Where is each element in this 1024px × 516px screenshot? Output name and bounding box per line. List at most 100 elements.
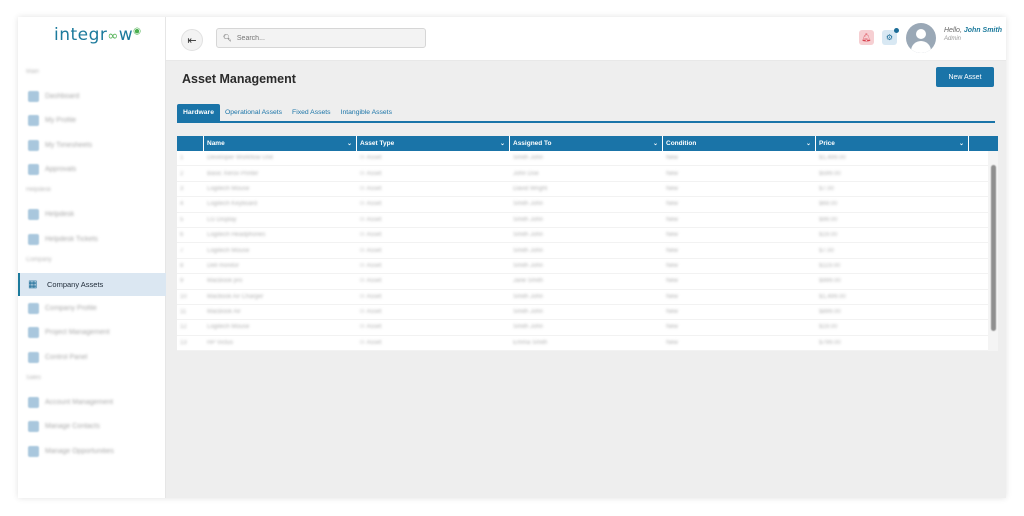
logo-text: integr — [54, 25, 108, 45]
manage-contacts-icon — [28, 421, 39, 433]
search-input[interactable] — [236, 34, 417, 42]
column-header-assigned-to[interactable]: Assigned To ⌄ — [510, 136, 663, 151]
table-cell-price: $1,499.00 — [819, 293, 846, 300]
table-cell-asset-type: IT Asset — [360, 324, 382, 331]
top-header: ⇤ 🔍︎ 🔔︎ ⚙ Hello, John Smith Admin — [166, 17, 1006, 61]
sidebar-item-label: My Timesheets — [45, 141, 93, 149]
sidebar-item-account-management[interactable]: Account Management — [18, 391, 166, 414]
sidebar-item-company-profile[interactable]: Company Profile — [18, 297, 166, 320]
sidebar-item-label: Helpdesk Tickets — [45, 235, 98, 243]
table-row[interactable]: 2 Basic Xerox Printer IT Asset John Doe New $… — [177, 166, 998, 182]
chevron-down-icon[interactable]: ⌄ — [653, 140, 658, 147]
table-row[interactable]: 13 HP Victus IT Asset Emma Smith New $799.00 — [177, 336, 998, 351]
sidebar-item-helpdesk[interactable]: Helpdesk — [18, 203, 166, 226]
table-cell-price: $7.00 — [819, 247, 835, 254]
sidebar-item-helpdesk-tickets[interactable]: Helpdesk Tickets — [18, 228, 166, 251]
table-cell-condition: New — [666, 309, 679, 316]
table-row[interactable]: 11 MacBook Air IT Asset Smith John New $899.0… — [177, 305, 998, 321]
table-cell-name: Logitech Headphones — [207, 232, 266, 239]
notifications-button[interactable]: 🔔︎ — [859, 30, 874, 45]
table-cell-condition: New — [666, 262, 679, 269]
table-row[interactable]: 8 Dell monitor IT Asset Smith John New $119.0… — [177, 259, 998, 275]
column-header-asset-type[interactable]: Asset Type ⌄ — [357, 136, 510, 151]
table-row[interactable]: 3 Logitech Mouse IT Asset David Wright New $7… — [177, 182, 998, 198]
table-cell-price: $899.00 — [819, 309, 841, 316]
sidebar-item-label: Manage Contacts — [45, 423, 100, 431]
search-icon: 🔍︎ — [223, 35, 232, 42]
table-cell-condition: New — [666, 247, 679, 254]
column-header-label: Condition — [666, 140, 697, 147]
user-info[interactable]: Hello, John Smith Admin — [944, 27, 1002, 42]
sidebar-item-label: Approvals — [45, 166, 77, 174]
sidebar-item-control-panel[interactable]: Control Panel — [18, 346, 166, 369]
column-header-condition[interactable]: Condition ⌄ — [663, 136, 816, 151]
avatar-head — [916, 29, 926, 39]
gear-icon: ⚙ — [885, 33, 894, 42]
grid-rows: 1 Developer Workflow Unit IT Asset Smith Jo… — [177, 151, 998, 351]
table-row[interactable]: 7 Logitech Mouse IT Asset Smith John New $7.0… — [177, 243, 998, 259]
table-cell-price: $7.00 — [819, 185, 835, 192]
table-cell-price: $19.00 — [819, 232, 838, 239]
table-cell-asset-type: IT Asset — [360, 293, 382, 300]
table-cell-assigned-to: Smith John — [513, 262, 544, 269]
grid-header: Name ⌄ Asset Type ⌄ Assigned To ⌄ Condition ⌄ Pr… — [177, 136, 998, 151]
new-asset-button[interactable]: New Asset — [936, 67, 994, 87]
avatar[interactable] — [906, 23, 936, 53]
sidebar-item-dashboard[interactable]: Dashboard — [18, 85, 166, 108]
table-cell-assigned-to: Smith John — [513, 216, 544, 223]
menu-collapse-icon: ⇤ — [187, 34, 197, 47]
collapse-sidebar-button[interactable]: ⇤ — [181, 29, 203, 51]
sidebar-item-approvals[interactable]: Approvals — [18, 158, 166, 181]
table-cell-condition: New — [666, 293, 679, 300]
tab-hardware[interactable]: Hardware — [177, 104, 220, 121]
table-row[interactable]: 4 Logitech Keyboard IT Asset Smith John New $… — [177, 197, 998, 213]
column-header-price[interactable]: Price ⌄ — [816, 136, 969, 151]
table-row[interactable]: 6 Logitech Headphones IT Asset Smith John Ne… — [177, 228, 998, 244]
table-row[interactable]: 9 MacBook pro IT Asset Jane Smith New $999.00 — [177, 274, 998, 290]
tab-fixed-assets[interactable]: Fixed Assets — [287, 104, 336, 121]
table-cell-asset-type: IT Asset — [360, 309, 382, 316]
column-header-index[interactable] — [177, 136, 204, 151]
grid-scrollbar[interactable] — [988, 151, 998, 351]
table-row[interactable]: 1 Developer Workflow Unit IT Asset Smith Jo… — [177, 151, 998, 167]
avatar-body — [911, 41, 931, 53]
sidebar-item-project-management[interactable]: Project Management — [18, 321, 166, 344]
scroll-thumb[interactable] — [991, 165, 996, 331]
table-cell-condition: New — [666, 216, 679, 223]
sidebar-item-manage-opportunities[interactable]: Manage Opportunities — [18, 440, 166, 463]
table-cell-index: 3 — [180, 185, 184, 192]
table-row[interactable]: 5 LG Display IT Asset Smith John New $99.00 — [177, 213, 998, 228]
search-box[interactable]: 🔍︎ — [216, 28, 426, 48]
chevron-down-icon[interactable]: ⌄ — [959, 140, 964, 147]
table-cell-asset-type: IT Asset — [360, 339, 382, 346]
column-header-name[interactable]: Name ⌄ — [204, 136, 357, 151]
table-cell-asset-type: IT Asset — [360, 232, 382, 239]
table-cell-asset-type: IT Asset — [360, 216, 382, 223]
settings-button[interactable]: ⚙ — [882, 28, 899, 45]
tab-intangible-assets[interactable]: Intangible Assets — [336, 104, 397, 121]
table-cell-price: $69.00 — [819, 201, 838, 208]
table-cell-asset-type: IT Asset — [360, 201, 382, 208]
table-row[interactable]: 10 Macbook Air Charger IT Asset Smith John N… — [177, 290, 998, 305]
chevron-down-icon[interactable]: ⌄ — [500, 140, 505, 147]
tab-operational-assets[interactable]: Operational Assets — [220, 104, 287, 121]
table-row[interactable]: 12 Logitech Mouse IT Asset Smith John New $19… — [177, 320, 998, 336]
sidebar-item-manage-contacts[interactable]: Manage Contacts — [18, 415, 166, 438]
sidebar-item-company-assets[interactable]: ▦ Company Assets — [18, 272, 166, 296]
company-assets-icon: ▦ — [28, 278, 38, 290]
page-title: Asset Management — [182, 72, 296, 86]
helpdesk-tickets-icon — [28, 233, 39, 245]
table-cell-asset-type: IT Asset — [360, 155, 382, 162]
app-logo[interactable]: integr∞w◉ — [54, 25, 142, 45]
chevron-down-icon[interactable]: ⌄ — [806, 140, 811, 147]
chevron-down-icon[interactable]: ⌄ — [347, 140, 352, 147]
table-cell-name: Developer Workflow Unit — [207, 155, 273, 162]
table-cell-assigned-to: Smith John — [513, 155, 544, 162]
table-cell-index: 1 — [180, 155, 184, 162]
sidebar-item-my-timesheets[interactable]: My Timesheets — [18, 134, 166, 157]
table-cell-asset-type: IT Asset — [360, 278, 382, 285]
user-name: John Smith — [963, 27, 1002, 34]
table-cell-condition: New — [666, 339, 679, 346]
asset-tabs: Hardware Operational Assets Fixed Assets In… — [177, 104, 995, 123]
sidebar-item-my-profile[interactable]: My Profile — [18, 109, 166, 132]
